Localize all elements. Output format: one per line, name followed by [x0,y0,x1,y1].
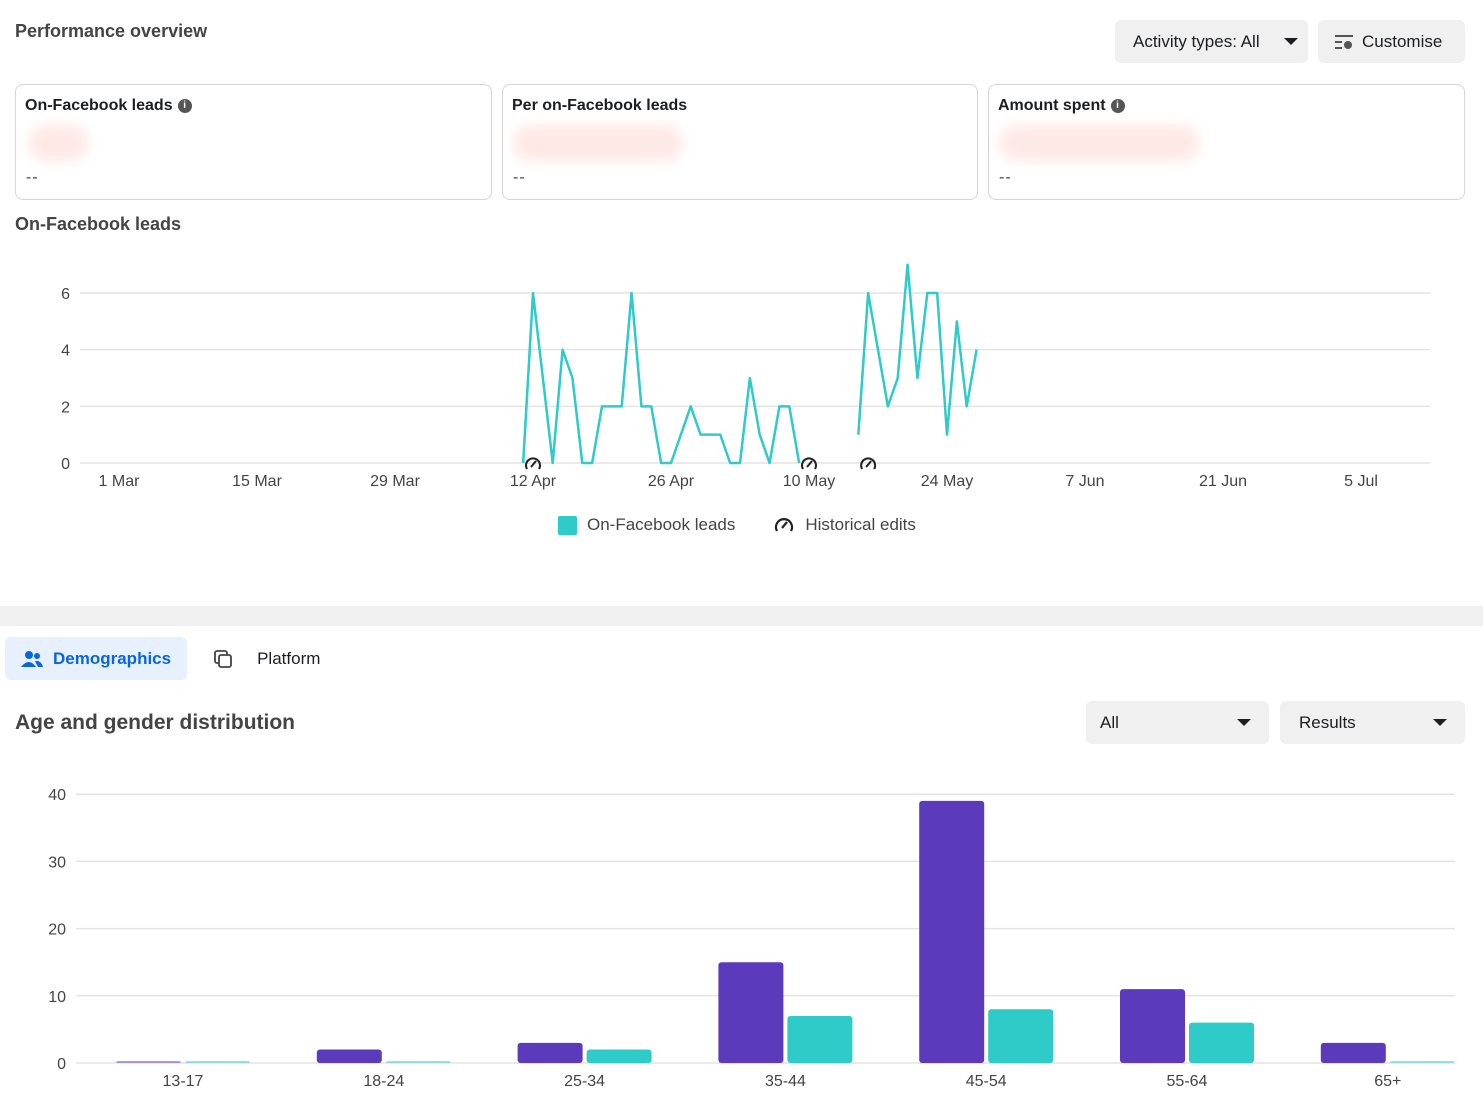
line-chart-title: On-Facebook leads [15,214,182,234]
caret-down-icon [1283,38,1298,45]
age-gender-bar-chart: 0 10 20 30 40 13-17 18-24 25-34 35-44 45-54 55-64 6… [48,787,1455,1090]
bar-45-54-series-1 [919,800,985,1063]
people-icon [21,650,43,667]
page-title: Performance overview [15,21,208,41]
card-delta: -- [513,169,526,186]
bar-55-64-series-1 [1120,989,1185,1063]
metric-dropdown[interactable]: Results [1280,701,1465,744]
customise-label: Customise [1362,31,1443,51]
demographics-title: Age and gender distribution [15,711,296,734]
platform-icon [214,649,232,668]
metric-card-amount-spent[interactable]: Amount spent i -- [988,84,1465,200]
x-tick-label: 15 Mar [232,473,282,490]
bar-35-44-series-1 [718,962,784,1063]
bar-13-17-series-2 [185,1061,250,1063]
gender-filter-dropdown[interactable]: All [1086,701,1269,744]
y-tick-label: 0 [57,1056,66,1073]
x-tick-label: 21 Jun [1199,473,1247,490]
bar-35-44-series-2 [787,1015,853,1063]
redacted-value [28,125,88,161]
card-title: Per on-Facebook leads [512,97,688,114]
tab-label: Demographics [53,648,172,668]
tab-label: Platform [257,648,321,668]
redacted-value [513,125,683,161]
legend-label-edits: Historical edits [805,515,916,534]
tab-demographics[interactable]: Demographics [5,637,188,680]
bar-25-34-series-1 [517,1042,583,1063]
info-icon[interactable]: i [177,99,192,113]
bar-45-54-series-2 [988,1009,1054,1063]
x-tick-label: 24 May [921,473,973,490]
activity-types-label: Activity types: All [1133,31,1260,51]
legend-swatch-leads [558,515,577,535]
leads-line-segment [521,291,801,465]
info-icon[interactable]: i [1110,99,1125,113]
x-tick-label: 29 Mar [370,473,420,490]
x-tick-label: 65+ [1374,1073,1401,1090]
tab-platform[interactable]: Platform [197,637,336,680]
activity-types-dropdown[interactable]: Activity types: All [1115,20,1308,63]
bar-25-34-series-2 [586,1049,652,1063]
x-tick-label: 1 Mar [99,473,141,490]
y-tick-label: 30 [48,854,66,871]
section-divider [0,606,1483,626]
customise-button[interactable]: Customise [1318,20,1465,63]
customise-icon [1335,34,1353,49]
x-tick-label: 10 May [783,473,835,490]
y-tick-label: 20 [48,922,66,939]
metric-card-leads[interactable]: On-Facebook leads i -- [15,84,492,200]
card-delta: -- [26,169,39,186]
y-tick-label: 4 [61,343,70,360]
bar-18-24-series-2 [385,1061,451,1063]
caret-down-icon [1237,719,1251,726]
y-tick-label: 40 [48,787,66,804]
x-tick-label: 12 Apr [510,473,557,490]
card-title: Amount spent [998,97,1106,114]
leads-line-chart: 0 2 4 6 1 Mar 15 Mar 29 Mar 12 Apr 26 Apr 10 May 2… [61,263,1430,490]
metric-card-per-lead[interactable]: Per on-Facebook leads -- [502,84,978,200]
x-tick-label: 45-54 [966,1073,1007,1090]
x-tick-label: 5 Jul [1344,473,1378,490]
x-tick-label: 25-34 [564,1073,605,1090]
redacted-value [999,125,1199,161]
x-tick-label: 18-24 [363,1073,404,1090]
metric-value: Results [1299,712,1356,732]
y-tick-label: 0 [61,456,70,473]
y-tick-label: 10 [48,989,66,1006]
legend-label-leads: On-Facebook leads [587,515,736,534]
x-tick-label: 26 Apr [648,473,695,490]
filter-value: All [1100,712,1119,732]
bar-18-24-series-1 [316,1049,382,1063]
x-tick-label: 55-64 [1167,1073,1208,1090]
tabs: Demographics Platform [5,637,336,680]
card-delta: -- [999,169,1012,186]
bar-65+-series-1 [1320,1042,1386,1063]
line-legend: On-Facebook leads Historical edits [558,515,916,535]
bar-13-17-series-1 [116,1061,181,1063]
y-tick-label: 2 [61,399,70,416]
x-tick-label: 7 Jun [1065,473,1104,490]
card-title: On-Facebook leads [25,97,173,114]
x-tick-label: 35-44 [765,1073,806,1090]
bar-65+-series-2 [1389,1061,1455,1063]
y-tick-label: 6 [61,286,70,303]
x-tick-label: 13-17 [163,1073,204,1090]
caret-down-icon [1433,719,1447,726]
bar-55-64-series-2 [1189,1022,1254,1063]
historical-edit-icon [775,518,794,532]
